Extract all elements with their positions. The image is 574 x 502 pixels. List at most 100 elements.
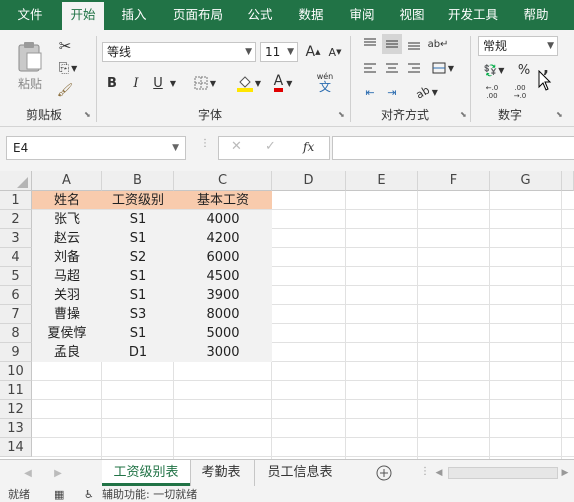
cell[interactable]: D1 [102,343,174,362]
cell[interactable]: 4200 [174,229,272,248]
tab-scroll-splitter[interactable]: ⋮ [420,466,430,477]
format-painter-button[interactable]: 🖌 [54,80,76,100]
row-header[interactable]: 2 [0,210,32,229]
cell[interactable]: 张飞 [32,210,102,229]
row-header[interactable]: 13 [0,419,32,438]
cell[interactable]: 工资级别 [102,191,174,210]
row-header[interactable]: 1 [0,191,32,210]
number-format-select[interactable]: 常规 ▼ [478,36,558,56]
cell[interactable]: S1 [102,229,174,248]
row-header[interactable]: 3 [0,229,32,248]
align-bottom-button[interactable] [404,34,424,54]
ribbon-tab[interactable]: 审阅 [342,0,382,30]
cell[interactable]: 关羽 [32,286,102,305]
cell[interactable]: S1 [102,267,174,286]
accessibility-icon[interactable]: ♿ [84,488,94,502]
sheet-tab[interactable]: 员工信息表 [254,460,345,486]
align-center-button[interactable] [382,58,402,78]
cell[interactable]: 赵云 [32,229,102,248]
cancel-icon[interactable]: ✕ [231,139,242,154]
cell[interactable]: 4500 [174,267,272,286]
sheet-tab[interactable]: 考勤表 [190,460,251,486]
dialog-launcher-icon[interactable]: ⬊ [84,110,91,119]
accessibility-status[interactable]: 辅助功能: 一切就绪 [102,488,197,502]
cell[interactable]: 刘备 [32,248,102,267]
row-header[interactable]: 6 [0,286,32,305]
cell[interactable]: 马超 [32,267,102,286]
select-all-corner[interactable] [0,171,32,191]
copy-button[interactable]: ⎘ ▼ [54,58,82,78]
column-header[interactable]: B [102,171,174,191]
cell[interactable]: 基本工资 [174,191,272,210]
row-header[interactable]: 7 [0,305,32,324]
column-header-partial[interactable] [562,171,574,191]
column-header[interactable]: E [346,171,418,191]
hscroll-right-button[interactable]: ▶ [558,464,572,482]
cell[interactable]: 夏侯惇 [32,324,102,343]
cell[interactable]: S1 [102,286,174,305]
cell[interactable]: S2 [102,248,174,267]
column-header[interactable]: G [490,171,562,191]
column-header[interactable]: F [418,171,490,191]
phonetic-button[interactable]: wén 文 [306,70,344,96]
cell[interactable]: 孟良 [32,343,102,362]
row-header[interactable]: 12 [0,400,32,419]
fill-color-button[interactable]: ▼ [234,72,264,94]
cell[interactable]: 4000 [174,210,272,229]
increase-indent-button[interactable]: ⇥ [382,82,402,102]
cell[interactable]: 3000 [174,343,272,362]
column-header[interactable]: C [174,171,272,191]
align-left-button[interactable] [360,58,380,78]
font-name-select[interactable]: 等线 ▼ [102,42,256,62]
dialog-launcher-icon[interactable]: ⬊ [338,110,345,119]
cell[interactable]: 6000 [174,248,272,267]
cell[interactable]: S3 [102,305,174,324]
ribbon-tab[interactable]: 开发工具 [442,0,504,30]
merge-center-button[interactable]: ▼ [428,58,458,78]
paste-button[interactable]: 粘贴 [10,36,50,96]
align-top-button[interactable] [360,34,380,54]
ribbon-tab[interactable]: 文件 [10,0,50,30]
ribbon-tab[interactable]: 帮助 [516,0,556,30]
worksheet-grid[interactable]: ABCDEFG 1 2 3 4 5 6 7 8 9 10 11 12 13 14 姓名 工资级别 基本工资 张飞… [0,171,574,459]
row-header[interactable]: 9 [0,343,32,362]
row-header[interactable]: 4 [0,248,32,267]
cell[interactable]: 曹操 [32,305,102,324]
cell[interactable]: 姓名 [32,191,102,210]
cell[interactable]: S1 [102,210,174,229]
name-box[interactable]: E4 ▼ [6,136,186,160]
ribbon-tab[interactable]: 视图 [392,0,432,30]
italic-button[interactable]: I [126,72,146,94]
dialog-launcher-icon[interactable]: ⬊ [460,110,467,119]
cell[interactable]: 8000 [174,305,272,324]
cell[interactable]: 3900 [174,286,272,305]
insert-function-icon[interactable]: fx [303,140,314,154]
ribbon-tab[interactable]: 插入 [112,0,156,30]
horizontal-scrollbar[interactable] [448,467,558,479]
ribbon-tab[interactable]: 页面布局 [166,0,230,30]
align-right-button[interactable] [404,58,424,78]
wrap-text-button[interactable]: ab↵ [428,34,449,54]
decrease-decimal-button[interactable]: .00 →.0 [508,82,532,102]
cell[interactable]: S1 [102,324,174,343]
shrink-font-button[interactable]: A ▼ [326,42,344,62]
row-header[interactable]: 5 [0,267,32,286]
underline-button[interactable]: U [148,72,168,94]
hscroll-left-button[interactable]: ◀ [432,464,446,482]
ribbon-tab[interactable]: 公式 [240,0,280,30]
add-sheet-button[interactable] [374,464,394,482]
ribbon-tab[interactable]: 开始 [62,2,104,30]
font-size-select[interactable]: 11 ▼ [260,42,298,62]
splitter-handle[interactable]: ⋮ [200,139,210,149]
row-header[interactable]: 10 [0,362,32,381]
bold-button[interactable]: B [102,72,122,94]
ribbon-tab[interactable]: 数据 [290,0,332,30]
row-header[interactable]: 8 [0,324,32,343]
orientation-button[interactable]: ab ▼ [412,82,442,102]
macro-record-icon[interactable]: ▦ [54,488,64,502]
row-header[interactable]: 14 [0,438,32,457]
enter-icon[interactable]: ✓ [265,139,276,154]
font-color-button[interactable]: A ▼ [268,72,298,94]
row-header[interactable]: 11 [0,381,32,400]
align-middle-button[interactable] [382,34,402,54]
